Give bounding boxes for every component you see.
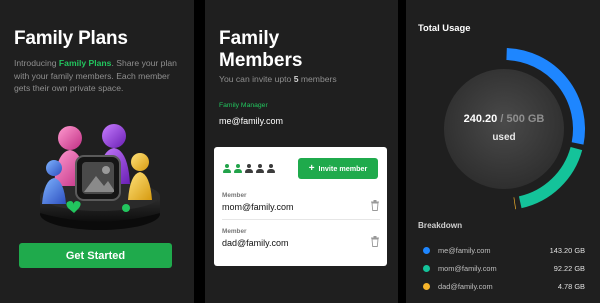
family-illustration	[40, 124, 160, 230]
total-usage-panel: Total Usage 240.20 / 500 GB used Breakdo…	[406, 0, 600, 303]
breakdown-value: 92.22 GB	[553, 263, 585, 273]
member-email: dad@family.com	[222, 238, 289, 248]
used-value: 240.20	[463, 113, 498, 125]
trash-icon[interactable]	[370, 236, 380, 247]
breakdown-email: mom@family.com	[438, 263, 497, 273]
breakdown-row: mom@family.com 92.22 GB	[423, 262, 585, 274]
member-label: Member	[222, 228, 247, 235]
intro-text: Introducing Family Plans. Share your pla…	[14, 57, 186, 95]
family-plans-panel: Family Plans Introducing Family Plans. S…	[0, 0, 194, 303]
intro-prefix: Introducing	[14, 58, 59, 68]
breakdown-value: 143.20 GB	[549, 245, 585, 255]
breakdown-title: Breakdown	[418, 221, 463, 230]
usage-donut-chart	[444, 48, 585, 210]
invite-prefix: You can invite upto	[219, 74, 294, 84]
total-capacity: 500 GB	[506, 113, 545, 125]
members-title-line1: Family	[219, 28, 280, 49]
breakdown-email: dad@family.com	[438, 281, 493, 291]
breakdown-row: me@family.com 143.20 GB	[423, 244, 585, 256]
invite-limit-text: You can invite upto 5 members	[219, 74, 337, 84]
member-slots-indicator	[222, 164, 275, 173]
intro-highlight: Family Plans	[58, 58, 112, 68]
manager-email: me@family.com	[219, 116, 283, 126]
row-divider	[222, 219, 380, 220]
member-email: mom@family.com	[222, 202, 294, 212]
member-row: Member mom@family.com	[222, 192, 380, 212]
member-slot-empty-icon	[266, 164, 275, 173]
legend-swatch	[423, 246, 430, 254]
used-label: used	[492, 132, 516, 143]
members-card: + Invite member Member mom@family.com Me…	[214, 147, 387, 266]
intro-suffix: .	[111, 58, 114, 68]
breakdown-row: dad@family.com 4.78 GB	[423, 280, 585, 292]
member-label: Member	[222, 192, 247, 199]
get-started-button[interactable]: Get Started	[19, 243, 172, 268]
breakdown-value: 4.78 GB	[557, 281, 585, 291]
legend-swatch	[423, 264, 430, 272]
invite-member-label: Invite member	[318, 164, 368, 173]
trash-icon[interactable]	[370, 200, 380, 211]
legend-swatch	[423, 282, 430, 290]
members-title: Family Members	[219, 28, 302, 72]
usage-title: Total Usage	[418, 22, 471, 33]
usage-summary: 240.20 / 500 GB	[418, 113, 590, 125]
plus-icon: +	[308, 162, 315, 174]
member-slot-filled-icon	[222, 164, 231, 173]
invite-suffix: members	[298, 74, 337, 84]
member-slot-empty-icon	[244, 164, 253, 173]
page-title: Family Plans	[14, 28, 128, 49]
breakdown-email: me@family.com	[438, 245, 491, 255]
members-title-line2: Members	[219, 50, 303, 71]
member-slot-empty-icon	[255, 164, 264, 173]
member-slot-filled-icon	[233, 164, 242, 173]
donut-center	[444, 69, 564, 189]
member-row: Member dad@family.com	[222, 228, 380, 248]
manager-label: Family Manager	[219, 102, 268, 109]
family-members-panel: Family Members You can invite upto 5 mem…	[205, 0, 398, 303]
invite-member-button[interactable]: + Invite member	[298, 158, 378, 179]
